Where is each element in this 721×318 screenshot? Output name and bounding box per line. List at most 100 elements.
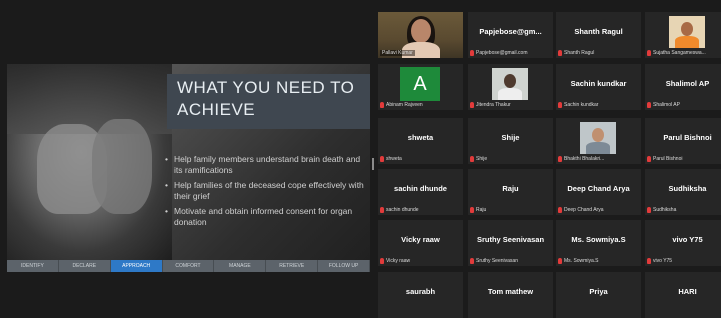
- mic-muted-icon: [647, 156, 651, 162]
- participant-display-name: Raju: [476, 207, 487, 213]
- participant-tile[interactable]: Shanth Ragul Shanth Ragul: [556, 12, 641, 58]
- mic-muted-icon: [470, 207, 474, 213]
- participant-label: Sachin kundkar: [558, 102, 639, 108]
- participant-display-name: Shije: [476, 156, 488, 162]
- participant-label: sachin dhunde: [380, 207, 461, 213]
- participant-tile[interactable]: Bhakthi Bhalakri...: [556, 118, 641, 164]
- step-retrieve: RETRIEVE: [266, 260, 319, 272]
- split-view-handle[interactable]: [372, 158, 374, 170]
- participant-name: saurabh: [405, 287, 436, 296]
- mic-muted-icon: [647, 258, 651, 264]
- participant-name: shweta: [407, 133, 434, 142]
- participant-name: Sruthy Seenivasan: [476, 235, 545, 244]
- participant-tile[interactable]: Ms. Sowmiya.S Ms. Sowmiya.S: [556, 220, 641, 266]
- participant-display-name: Sujatha Sangameswa...: [653, 50, 706, 56]
- participant-tile[interactable]: Shije Shije: [468, 118, 553, 164]
- participant-tile[interactable]: Deep Chand Arya Deep Chand Arya: [556, 169, 641, 215]
- participant-tile[interactable]: A Abinam Rajveen: [378, 64, 463, 110]
- step-approach: APPROACH: [110, 260, 163, 272]
- participant-name: sachin dhunde: [394, 184, 447, 193]
- step-follow-up: FOLLOW UP: [318, 260, 370, 272]
- step-manage: MANAGE: [214, 260, 267, 272]
- participant-photo: [669, 16, 705, 48]
- step-comfort: COMFORT: [163, 260, 215, 272]
- mic-muted-icon: [380, 156, 384, 162]
- mic-muted-icon: [380, 102, 384, 108]
- participant-name: Deep Chand Arya: [567, 184, 630, 193]
- mic-muted-icon: [558, 258, 562, 264]
- participant-tile[interactable]: vivo Y75 vivo Y75: [645, 220, 721, 266]
- participant-display-name: vivo Y75: [653, 258, 673, 264]
- participant-label: Sudhiksha: [647, 207, 721, 213]
- slide-image-grieving-person: [7, 64, 172, 260]
- mic-muted-icon: [647, 50, 651, 56]
- participant-display-name: Shalimol AP: [653, 102, 680, 108]
- participant-tile[interactable]: Sujatha Sangameswa...: [645, 12, 721, 58]
- mic-muted-icon: [647, 207, 651, 213]
- participant-tile[interactable]: Jitendra Thakur: [468, 64, 553, 110]
- participant-tile[interactable]: saurabh: [378, 272, 463, 318]
- participant-label: Pallavi Kumar: [380, 50, 461, 56]
- participant-avatar: A: [400, 67, 440, 101]
- participant-display-name: Vicky raaw: [386, 258, 411, 264]
- participant-label: Vicky raaw: [380, 258, 461, 264]
- participant-display-name: Parul Bishnoi: [653, 156, 683, 162]
- mic-muted-icon: [380, 207, 384, 213]
- participant-tile[interactable]: Parul Bishnoi Parul Bishnoi: [645, 118, 721, 164]
- participant-name: Vicky raaw: [401, 235, 440, 244]
- participant-tile[interactable]: Sudhiksha Sudhiksha: [645, 169, 721, 215]
- participant-label: Shanth Ragul: [558, 50, 639, 56]
- participant-display-name: Shanth Ragul: [564, 50, 595, 56]
- participant-name: Shanth Ragul: [574, 27, 623, 36]
- step-declare: DECLARE: [59, 260, 111, 272]
- participant-name: Shije: [501, 133, 520, 142]
- participant-name: Sudhiksha: [668, 184, 707, 193]
- mic-muted-icon: [558, 207, 562, 213]
- participant-display-name: sachin dhunde: [386, 207, 419, 213]
- participant-tile[interactable]: HARI: [645, 272, 721, 318]
- participant-display-name: Bhakthi Bhalakri...: [564, 156, 605, 162]
- participant-name: Raju: [502, 184, 519, 193]
- participant-label: Jitendra Thakur: [470, 102, 551, 108]
- slide-bullet-list: Help family members understand brain dea…: [165, 154, 365, 232]
- participant-display-name: Ms. Sowmiya.S: [564, 258, 599, 264]
- mic-muted-icon: [647, 102, 651, 108]
- participant-label: Shije: [470, 156, 551, 162]
- participant-display-name: Jitendra Thakur: [476, 102, 511, 108]
- participant-name: vivo Y75: [672, 235, 703, 244]
- participant-tile[interactable]: Tom mathew: [468, 272, 553, 318]
- participant-label: Sujatha Sangameswa...: [647, 50, 721, 56]
- step-identify: IDENTIFY: [7, 260, 59, 272]
- participant-tile[interactable]: shweta shweta: [378, 118, 463, 164]
- participant-label: Deep Chand Arya: [558, 207, 639, 213]
- participant-tile[interactable]: sachin dhunde sachin dhunde: [378, 169, 463, 215]
- participant-display-name: Papjebose@gmail.com: [476, 50, 528, 56]
- participant-display-name: Pallavi Kumar: [380, 50, 415, 56]
- mic-muted-icon: [558, 50, 562, 56]
- participant-label: shweta: [380, 156, 461, 162]
- participant-display-name: Sudhiksha: [653, 207, 677, 213]
- mic-muted-icon: [558, 102, 562, 108]
- participant-label: vivo Y75: [647, 258, 721, 264]
- participant-name: HARI: [678, 287, 697, 296]
- participant-name: Ms. Sowmiya.S: [571, 235, 626, 244]
- participant-tile[interactable]: Vicky raaw Vicky raaw: [378, 220, 463, 266]
- participant-display-name: Abinam Rajveen: [386, 102, 423, 108]
- participant-label: Ms. Sowmiya.S: [558, 258, 639, 264]
- participant-tile[interactable]: Sruthy Seenivasan Sruthy Seenivasan: [468, 220, 553, 266]
- participant-tile[interactable]: Pallavi Kumar: [378, 12, 463, 58]
- participant-photo: [580, 122, 616, 154]
- participant-label: Parul Bishnoi: [647, 156, 721, 162]
- participant-label: Raju: [470, 207, 551, 213]
- participant-name: Papjebose@gm...: [479, 27, 542, 36]
- slide-bullet: Help family members understand brain dea…: [165, 154, 365, 176]
- participant-tile[interactable]: Shalimol AP Shalimol AP: [645, 64, 721, 110]
- slide-title: WHAT YOU NEED TO ACHIEVE: [177, 78, 355, 119]
- participant-tile[interactable]: Papjebose@gm... Papjebose@gmail.com: [468, 12, 553, 58]
- participant-tile[interactable]: Sachin kundkar Sachin kundkar: [556, 64, 641, 110]
- participant-tile[interactable]: Raju Raju: [468, 169, 553, 215]
- mic-muted-icon: [380, 258, 384, 264]
- participant-name: Tom mathew: [487, 287, 534, 296]
- slide-bullet: Motivate and obtain informed consent for…: [165, 206, 365, 228]
- participant-tile[interactable]: Priya: [556, 272, 641, 318]
